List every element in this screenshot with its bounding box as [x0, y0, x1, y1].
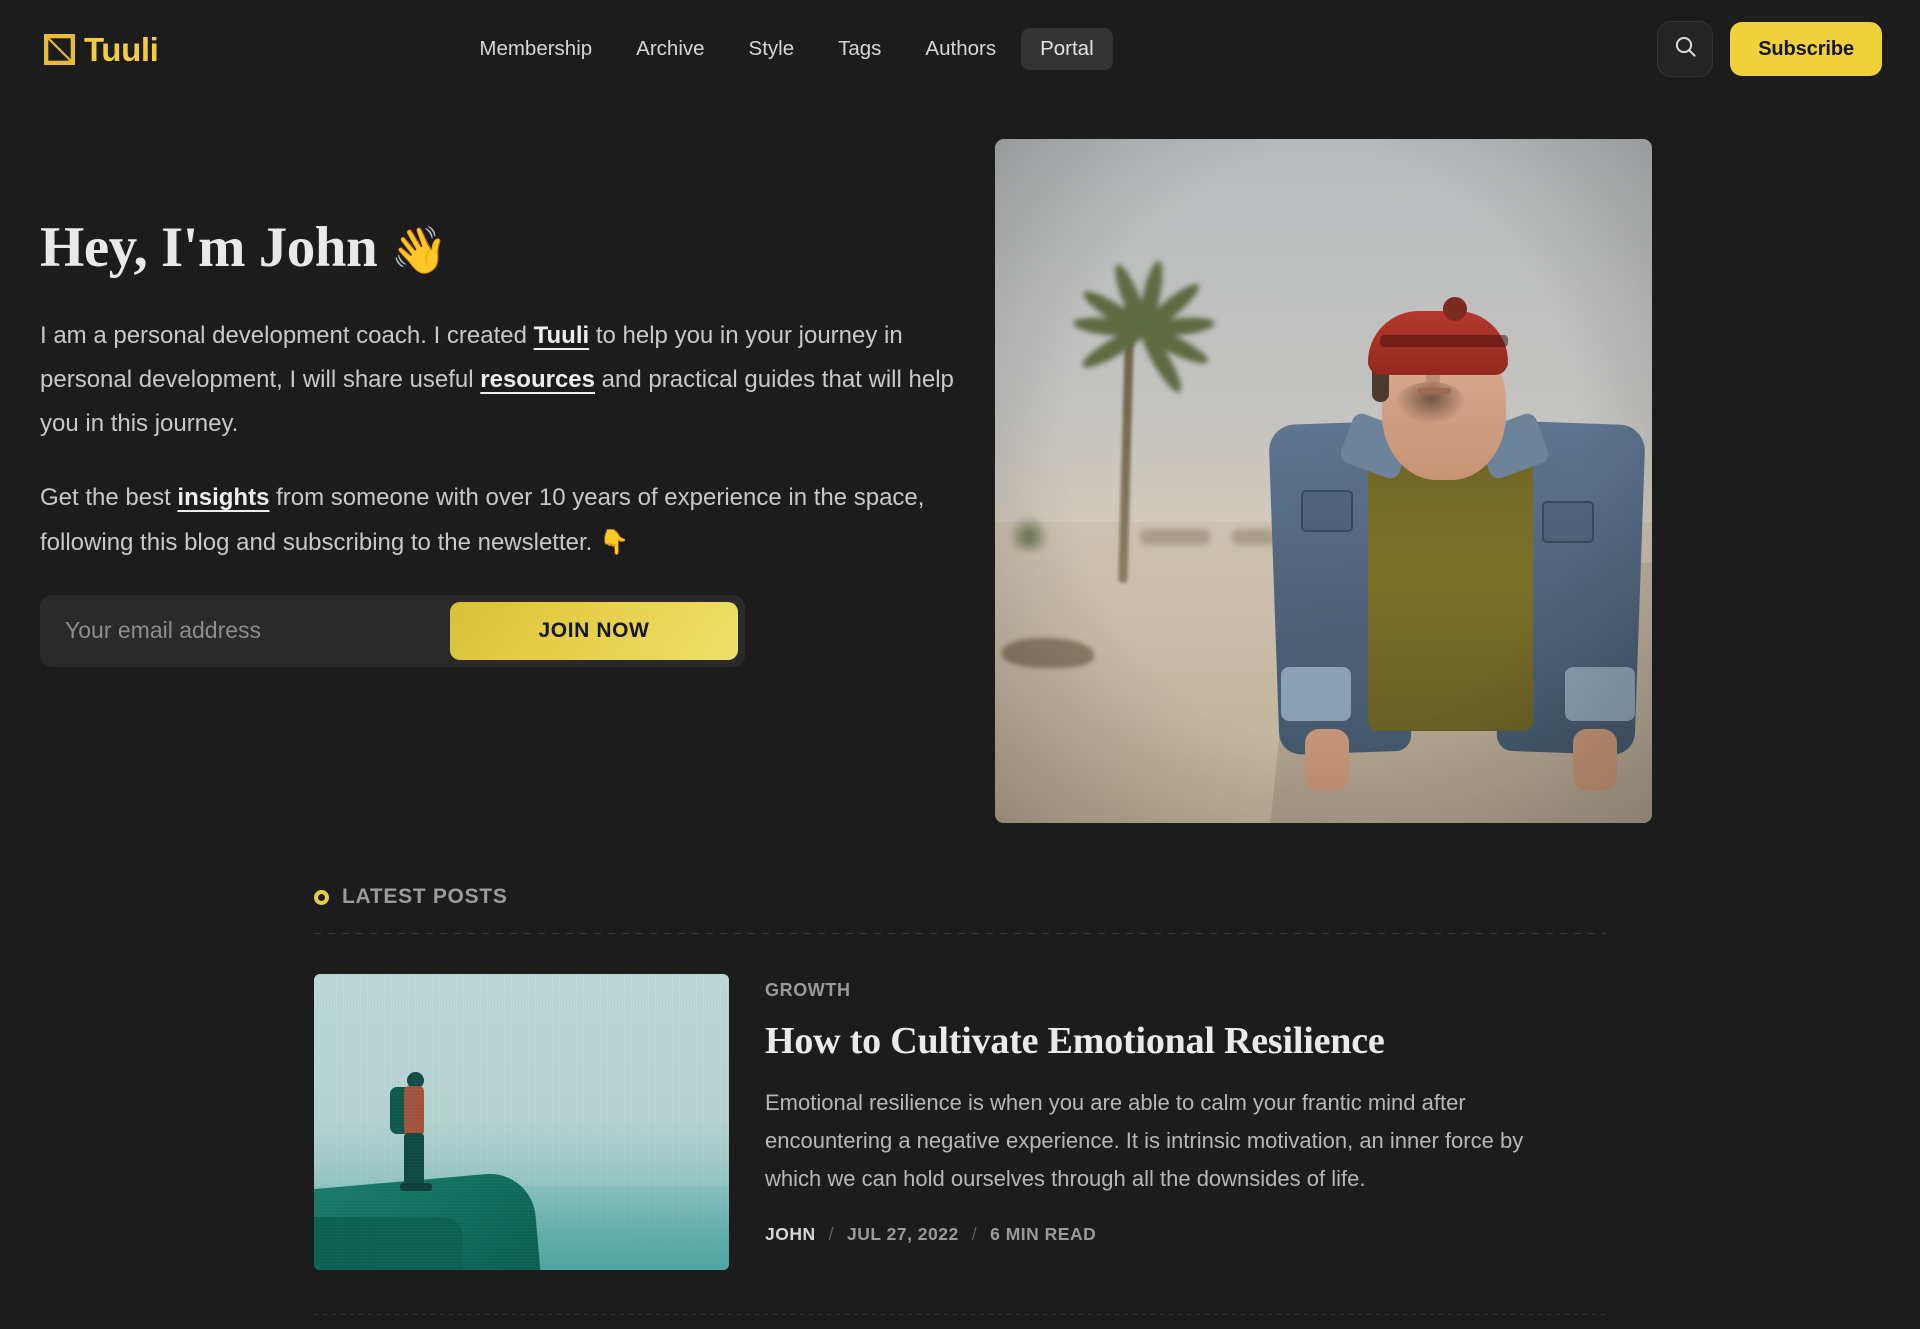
bottom-divider: [314, 1314, 1606, 1315]
post-meta: JOHN / JUL 27, 2022 / 6 MIN READ: [765, 1224, 1585, 1245]
hero-paragraph-1: I am a personal development coach. I cre…: [40, 314, 965, 446]
nav-item-tags[interactable]: Tags: [819, 28, 900, 71]
subscribe-button[interactable]: Subscribe: [1730, 22, 1882, 76]
hero-paragraph-2: Get the best insights from someone with …: [40, 476, 965, 565]
photo-rock: [1001, 638, 1094, 669]
latest-posts-label: LATEST POSTS: [342, 885, 508, 908]
hero-p2-part1: Get the best: [40, 483, 178, 511]
hero-p1-part1: I am a personal development coach. I cre…: [40, 321, 534, 349]
meta-separator-1: /: [828, 1224, 834, 1244]
thumb-art-hiker-cliff: [314, 974, 729, 1270]
nav-item-portal[interactable]: Portal: [1021, 27, 1113, 71]
hero-link-resources[interactable]: resources: [480, 366, 595, 393]
site-header: Tuuli Membership Archive Style Tags Auth…: [0, 0, 1920, 98]
search-button[interactable]: [1657, 21, 1714, 77]
photo-distant-palm: [1008, 515, 1051, 552]
hero-image: [995, 139, 1652, 823]
hero-link-tuuli[interactable]: Tuuli: [534, 322, 590, 349]
email-input[interactable]: [47, 617, 450, 645]
post-read-time: 6 MIN READ: [990, 1224, 1097, 1244]
nav-item-style[interactable]: Style: [730, 28, 814, 71]
pointing-down-icon: 👇: [599, 527, 629, 556]
header-actions: Subscribe: [1657, 21, 1882, 77]
page-root: Tuuli Membership Archive Style Tags Auth…: [0, 0, 1920, 1329]
thumb-hiker-figure: [385, 1071, 437, 1191]
nav-item-authors[interactable]: Authors: [906, 28, 1015, 71]
hero-section: Hey, I'm John 👋 I am a personal developm…: [0, 98, 1920, 823]
post-author[interactable]: JOHN: [765, 1224, 816, 1245]
post-content: GROWTH How to Cultivate Emotional Resili…: [765, 974, 1585, 1270]
nav-item-archive[interactable]: Archive: [617, 28, 723, 71]
nav-item-membership[interactable]: Membership: [460, 28, 611, 71]
hero-title-text: Hey, I'm John: [40, 216, 378, 279]
hero-photo-beach-portrait: [995, 139, 1652, 823]
search-icon: [1673, 34, 1698, 64]
latest-posts-section: LATEST POSTS GROWTH How to Cultivate Emo…: [314, 885, 1606, 1270]
post-list-item: GROWTH How to Cultivate Emotional Resili…: [314, 934, 1606, 1270]
page-title: Hey, I'm John 👋: [40, 216, 985, 280]
newsletter-signup-form: JOIN NOW: [40, 594, 745, 667]
hero-link-insights[interactable]: insights: [177, 484, 269, 511]
post-date: JUL 27, 2022: [847, 1224, 959, 1244]
brand-name: Tuuli: [84, 30, 159, 68]
join-now-button[interactable]: JOIN NOW: [450, 601, 738, 660]
photo-palm-crown: [1072, 259, 1216, 397]
post-excerpt: Emotional resilience is when you are abl…: [765, 1090, 1524, 1191]
main-navigation: Membership Archive Style Tags Authors Po…: [460, 27, 1113, 71]
photo-horizon-blob-1: [1139, 528, 1210, 545]
waving-hand-icon: 👋: [390, 223, 448, 277]
ring-icon: [314, 889, 329, 905]
post-title[interactable]: How to Cultivate Emotional Resilience: [765, 1019, 1585, 1063]
photo-man-figure: [1258, 296, 1652, 823]
hero-content: Hey, I'm John 👋 I am a personal developm…: [40, 117, 985, 823]
latest-posts-header: LATEST POSTS: [314, 885, 1606, 933]
post-tag[interactable]: GROWTH: [765, 980, 851, 1001]
square-diagonal-logo-icon: [44, 33, 75, 65]
meta-separator-2: /: [971, 1224, 978, 1244]
post-thumbnail[interactable]: [314, 974, 729, 1270]
brand-logo[interactable]: Tuuli: [44, 30, 159, 68]
